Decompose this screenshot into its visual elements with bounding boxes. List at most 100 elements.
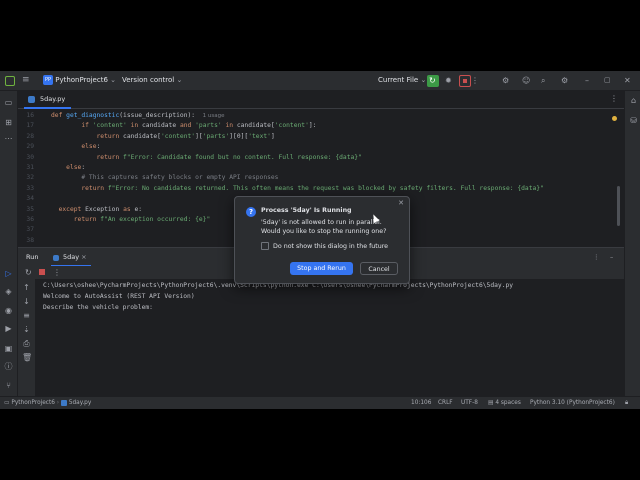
stop-icon[interactable] (39, 269, 45, 275)
code-line: return f"An exception occurred: {e}" (51, 216, 211, 223)
more-actions-button[interactable]: ⋮ (471, 71, 479, 90)
code-token: candidate (142, 122, 180, 130)
dialog-message-line2: Would you like to stop the running one? (261, 228, 387, 235)
line-number: 16 (26, 112, 34, 119)
rerun-icon[interactable]: ↻ (25, 266, 32, 279)
notifications-icon[interactable]: ⌂ (629, 96, 638, 105)
code-token: (issue_description): (119, 112, 203, 119)
project-badge-icon: PP (43, 75, 53, 85)
close-tab-icon[interactable]: × (81, 253, 86, 261)
debug-button[interactable]: ✹ (445, 71, 452, 90)
ai-assistant-button[interactable]: ⚙ (502, 71, 509, 90)
code-token: ][ (195, 132, 203, 140)
gear-icon: ⚙ (561, 76, 569, 85)
git-icon[interactable]: ⑂ (4, 381, 13, 390)
soft-wrap-icon[interactable]: ≡ (22, 311, 31, 320)
code-token: : (96, 143, 101, 151)
close-icon[interactable]: ✕ (398, 199, 404, 207)
rerun-icon: ↻ (429, 76, 436, 85)
services-icon[interactable]: ▶ (4, 324, 13, 333)
code-token: get_diagnostic (66, 112, 120, 119)
maximize-icon: ▢ (604, 76, 611, 84)
dont-show-checkbox[interactable] (261, 242, 269, 250)
stop-and-rerun-button[interactable]: Stop and Rerun (290, 262, 353, 275)
run-tab-5day[interactable]: 5day × (51, 248, 91, 267)
stop-icon (463, 79, 467, 83)
code-token: # This captures safety blocks or empty A… (81, 174, 279, 182)
ide-window: ≡ PP PythonProject6 ⌄ Version control ⌄ … (0, 71, 640, 409)
maximize-button[interactable]: ▢ (604, 71, 611, 90)
project-tool-icon[interactable]: ▭ (4, 98, 13, 107)
main-menu-icon[interactable] (4, 71, 16, 90)
run-config-selector[interactable]: Current File ⌄ (378, 71, 426, 90)
python-packages-icon[interactable]: ◈ (4, 287, 13, 296)
more-options-icon[interactable]: ⋮ (53, 266, 61, 279)
run-tool-icon[interactable]: ▷ (4, 269, 13, 278)
database-icon[interactable]: ⛁ (629, 116, 638, 125)
status-bar: ▭ PythonProject6 › 5day.py 10:106 CRLF U… (0, 396, 640, 409)
question-icon: ? (246, 207, 256, 217)
warning-indicator[interactable] (612, 116, 617, 121)
indent-setting[interactable]: ▤ 4 spaces (488, 397, 521, 409)
rerun-button[interactable]: ↻ (427, 75, 439, 87)
hide-panel-icon[interactable]: – (610, 248, 613, 267)
print-icon[interactable]: ⎙ (22, 339, 31, 348)
code-token: else (81, 143, 97, 151)
scroll-up-icon[interactable]: ↑ (22, 283, 31, 292)
breadcrumb-project[interactable]: PythonProject6 (11, 400, 55, 406)
code-token: in (221, 122, 237, 130)
scroll-down-icon[interactable]: ↓ (22, 297, 31, 306)
console-line: Describe the vehicle problem: (43, 304, 157, 311)
trash-icon[interactable]: 🗑 (22, 353, 32, 362)
structure-tool-icon[interactable]: ⊞ (4, 118, 13, 127)
more-options-icon[interactable]: ⋮ (593, 248, 600, 267)
settings-button[interactable]: ⚙ (561, 71, 568, 90)
run-console[interactable]: C:\Users\oshee\PycharmProjects\PythonPro… (36, 279, 624, 396)
code-line: # This captures safety blocks or empty A… (51, 174, 278, 181)
lock-icon[interactable]: 🔒︎ (625, 397, 628, 409)
line-number: 34 (26, 195, 34, 203)
account-button[interactable]: ☺ (522, 71, 530, 90)
search-icon: ⌕ (541, 76, 546, 85)
indent-label: 4 spaces (495, 400, 521, 406)
search-button[interactable]: ⌕ (541, 71, 545, 90)
plugins-tool-icon[interactable]: ⋯ (4, 134, 13, 143)
line-number: 33 (26, 184, 34, 192)
stop-button[interactable] (459, 75, 471, 87)
python-file-icon (28, 96, 35, 103)
breadcrumb-file[interactable]: 5day.py (69, 400, 91, 406)
scroll-to-end-icon[interactable]: ⇣ (22, 325, 31, 334)
editor-scrollbar[interactable] (617, 186, 620, 226)
code-token: return (96, 153, 124, 161)
line-number: 31 (26, 164, 34, 171)
code-token: f"Error: Candidate found but no content.… (123, 153, 362, 161)
dont-show-checkbox-row[interactable]: Do not show this dialog in the future (261, 242, 388, 250)
close-window-button[interactable]: ✕ (624, 71, 631, 90)
project-selector[interactable]: PP PythonProject6 ⌄ (43, 71, 116, 90)
tab-options-icon[interactable]: ⋮ (610, 94, 618, 103)
problems-icon[interactable]: ⓘ (4, 362, 13, 371)
file-encoding[interactable]: UTF-8 (461, 397, 478, 409)
minimize-icon: – (585, 76, 589, 85)
code-token: else (66, 164, 82, 171)
process-running-dialog: ✕ ? Process '5day' Is Running '5day' is … (234, 196, 410, 284)
hamburger-menu-icon[interactable]: ≡ (22, 71, 32, 90)
python-file-icon (53, 255, 59, 261)
python-interpreter[interactable]: Python 3.10 (PythonProject6) (530, 397, 615, 409)
run-config-label: Current File (378, 76, 419, 84)
cancel-button[interactable]: Cancel (360, 262, 398, 275)
code-token: except (58, 205, 86, 213)
terminal-icon[interactable]: ▣ (4, 344, 13, 353)
vcs-selector[interactable]: Version control ⌄ (122, 71, 182, 90)
caret-position[interactable]: 10:106 (411, 397, 431, 409)
minimize-button[interactable]: – (585, 71, 589, 90)
python-console-icon[interactable]: ◉ (4, 306, 13, 315)
user-icon: ☺ (522, 76, 531, 85)
editor-tab-5day[interactable]: 5day.py (24, 91, 72, 109)
line-separator[interactable]: CRLF (438, 397, 453, 409)
